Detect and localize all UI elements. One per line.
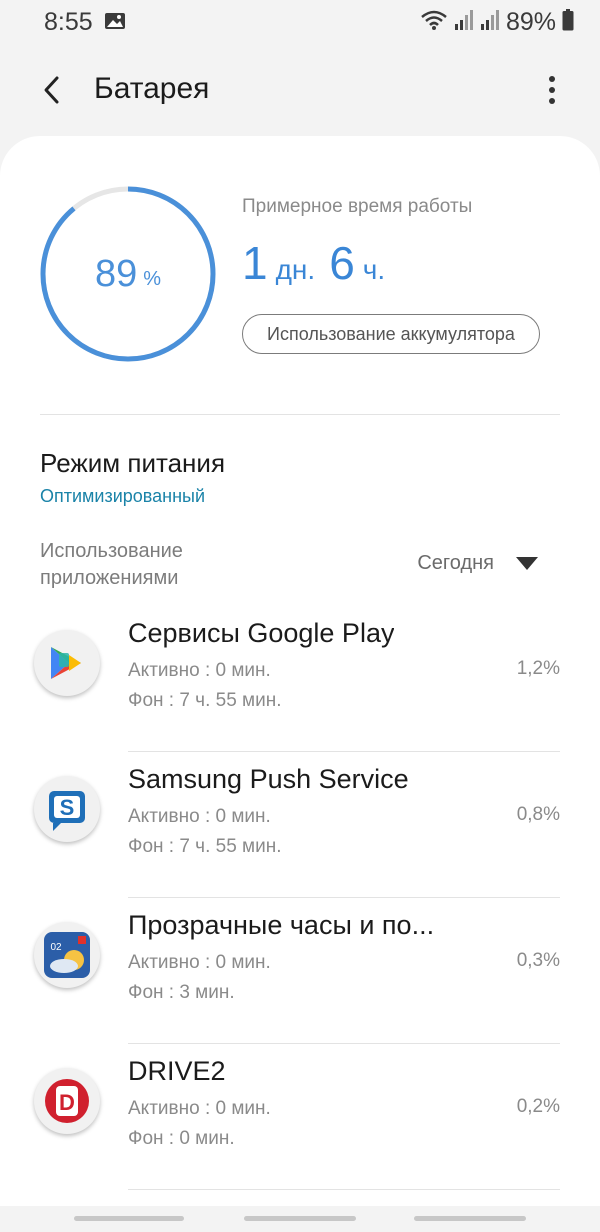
row-divider (128, 1189, 560, 1190)
more-options-button[interactable] (540, 68, 564, 112)
battery-icon (562, 9, 574, 36)
app-active-time: Активно : 0 мин. (128, 806, 271, 827)
power-mode-value: Оптимизированный (40, 486, 206, 506)
battery-ring: 89 % (38, 184, 218, 364)
status-bar: 8:55 89% (0, 0, 600, 44)
battery-ring-unit: % (143, 267, 162, 290)
section-divider (40, 414, 560, 415)
power-mode-title: Режим питания (40, 448, 226, 478)
battery-card: 89 % Примерное время работы 1 дн. 6 ч. И… (0, 136, 600, 1206)
app-active-time: Активно : 0 мин. (128, 952, 271, 973)
app-active-time: Активно : 0 мин. (128, 1098, 271, 1119)
signal-icon (454, 9, 474, 36)
drive2-icon: D (34, 1068, 100, 1134)
google-play-services-icon (34, 630, 100, 696)
app-usage-heading: Использование приложениями (40, 540, 183, 589)
image-icon (104, 12, 126, 30)
samsung-push-icon: S (34, 776, 100, 842)
more-dot-icon (549, 87, 555, 93)
svg-text:02: 02 (50, 942, 62, 953)
app-usage-percent: 1,2% (516, 658, 560, 679)
signal-icon-2 (480, 9, 500, 36)
app-bar: Батарея (0, 44, 600, 136)
status-indicators: 89% (420, 8, 574, 37)
back-button[interactable] (30, 68, 74, 112)
app-usage-percent: 0,2% (516, 1096, 560, 1117)
app-active-time: Активно : 0 мин. (128, 660, 271, 681)
app-background-time: Фон : 3 мин. (128, 982, 235, 1003)
navigation-bar (0, 1206, 600, 1232)
page-title: Батарея (94, 72, 210, 105)
app-name: Прозрачные часы и по... (128, 910, 435, 940)
estimate-hours-unit: ч. (362, 254, 386, 285)
app-usage-percent: 0,3% (516, 950, 560, 971)
nav-recent-button[interactable] (74, 1216, 184, 1221)
svg-text:S: S (60, 795, 75, 820)
weather-clock-icon: 02 (34, 922, 100, 988)
estimate-days-unit: дн. (275, 254, 316, 285)
app-name: DRIVE2 (128, 1056, 226, 1086)
app-name: Сервисы Google Play (128, 618, 395, 648)
nav-home-button[interactable] (244, 1216, 356, 1221)
app-name: Samsung Push Service (128, 764, 409, 794)
more-dot-icon (549, 98, 555, 104)
battery-ring-label: 89 % (38, 184, 218, 364)
app-row-drive2[interactable]: D DRIVE2 Активно : 0 мин. Фон : 0 мин. 0… (0, 1044, 600, 1190)
svg-text:D: D (59, 1090, 75, 1115)
period-value: Сегодня (417, 552, 494, 574)
battery-usage-button[interactable]: Использование аккумулятора (242, 314, 540, 354)
dropdown-triangle-icon (516, 557, 538, 570)
back-arrow-icon (44, 76, 59, 104)
app-usage-percent: 0,8% (516, 804, 560, 825)
app-background-time: Фон : 0 мин. (128, 1128, 235, 1149)
more-dot-icon (549, 76, 555, 82)
status-time: 8:55 (44, 8, 93, 36)
app-background-time: Фон : 7 ч. 55 мин. (128, 836, 282, 857)
estimate-hours: 6 (329, 237, 355, 289)
app-background-time: Фон : 7 ч. 55 мин. (128, 690, 282, 711)
period-dropdown[interactable]: Сегодня (417, 552, 538, 575)
wifi-icon (420, 9, 448, 36)
estimate-value: 1 дн. 6 ч. (242, 236, 399, 290)
app-row-weather-clock[interactable]: 02 Прозрачные часы и по... Активно : 0 м… (0, 898, 600, 1044)
app-row-google-play[interactable]: Сервисы Google Play Активно : 0 мин. Фон… (0, 606, 600, 752)
app-row-samsung-push[interactable]: S Samsung Push Service Активно : 0 мин. … (0, 752, 600, 898)
battery-ring-percent: 89 (94, 252, 138, 295)
estimate-label: Примерное время работы (242, 196, 473, 217)
battery-percent-text: 89% (505, 8, 556, 36)
nav-back-button[interactable] (414, 1216, 526, 1221)
estimate-days: 1 (242, 237, 268, 289)
